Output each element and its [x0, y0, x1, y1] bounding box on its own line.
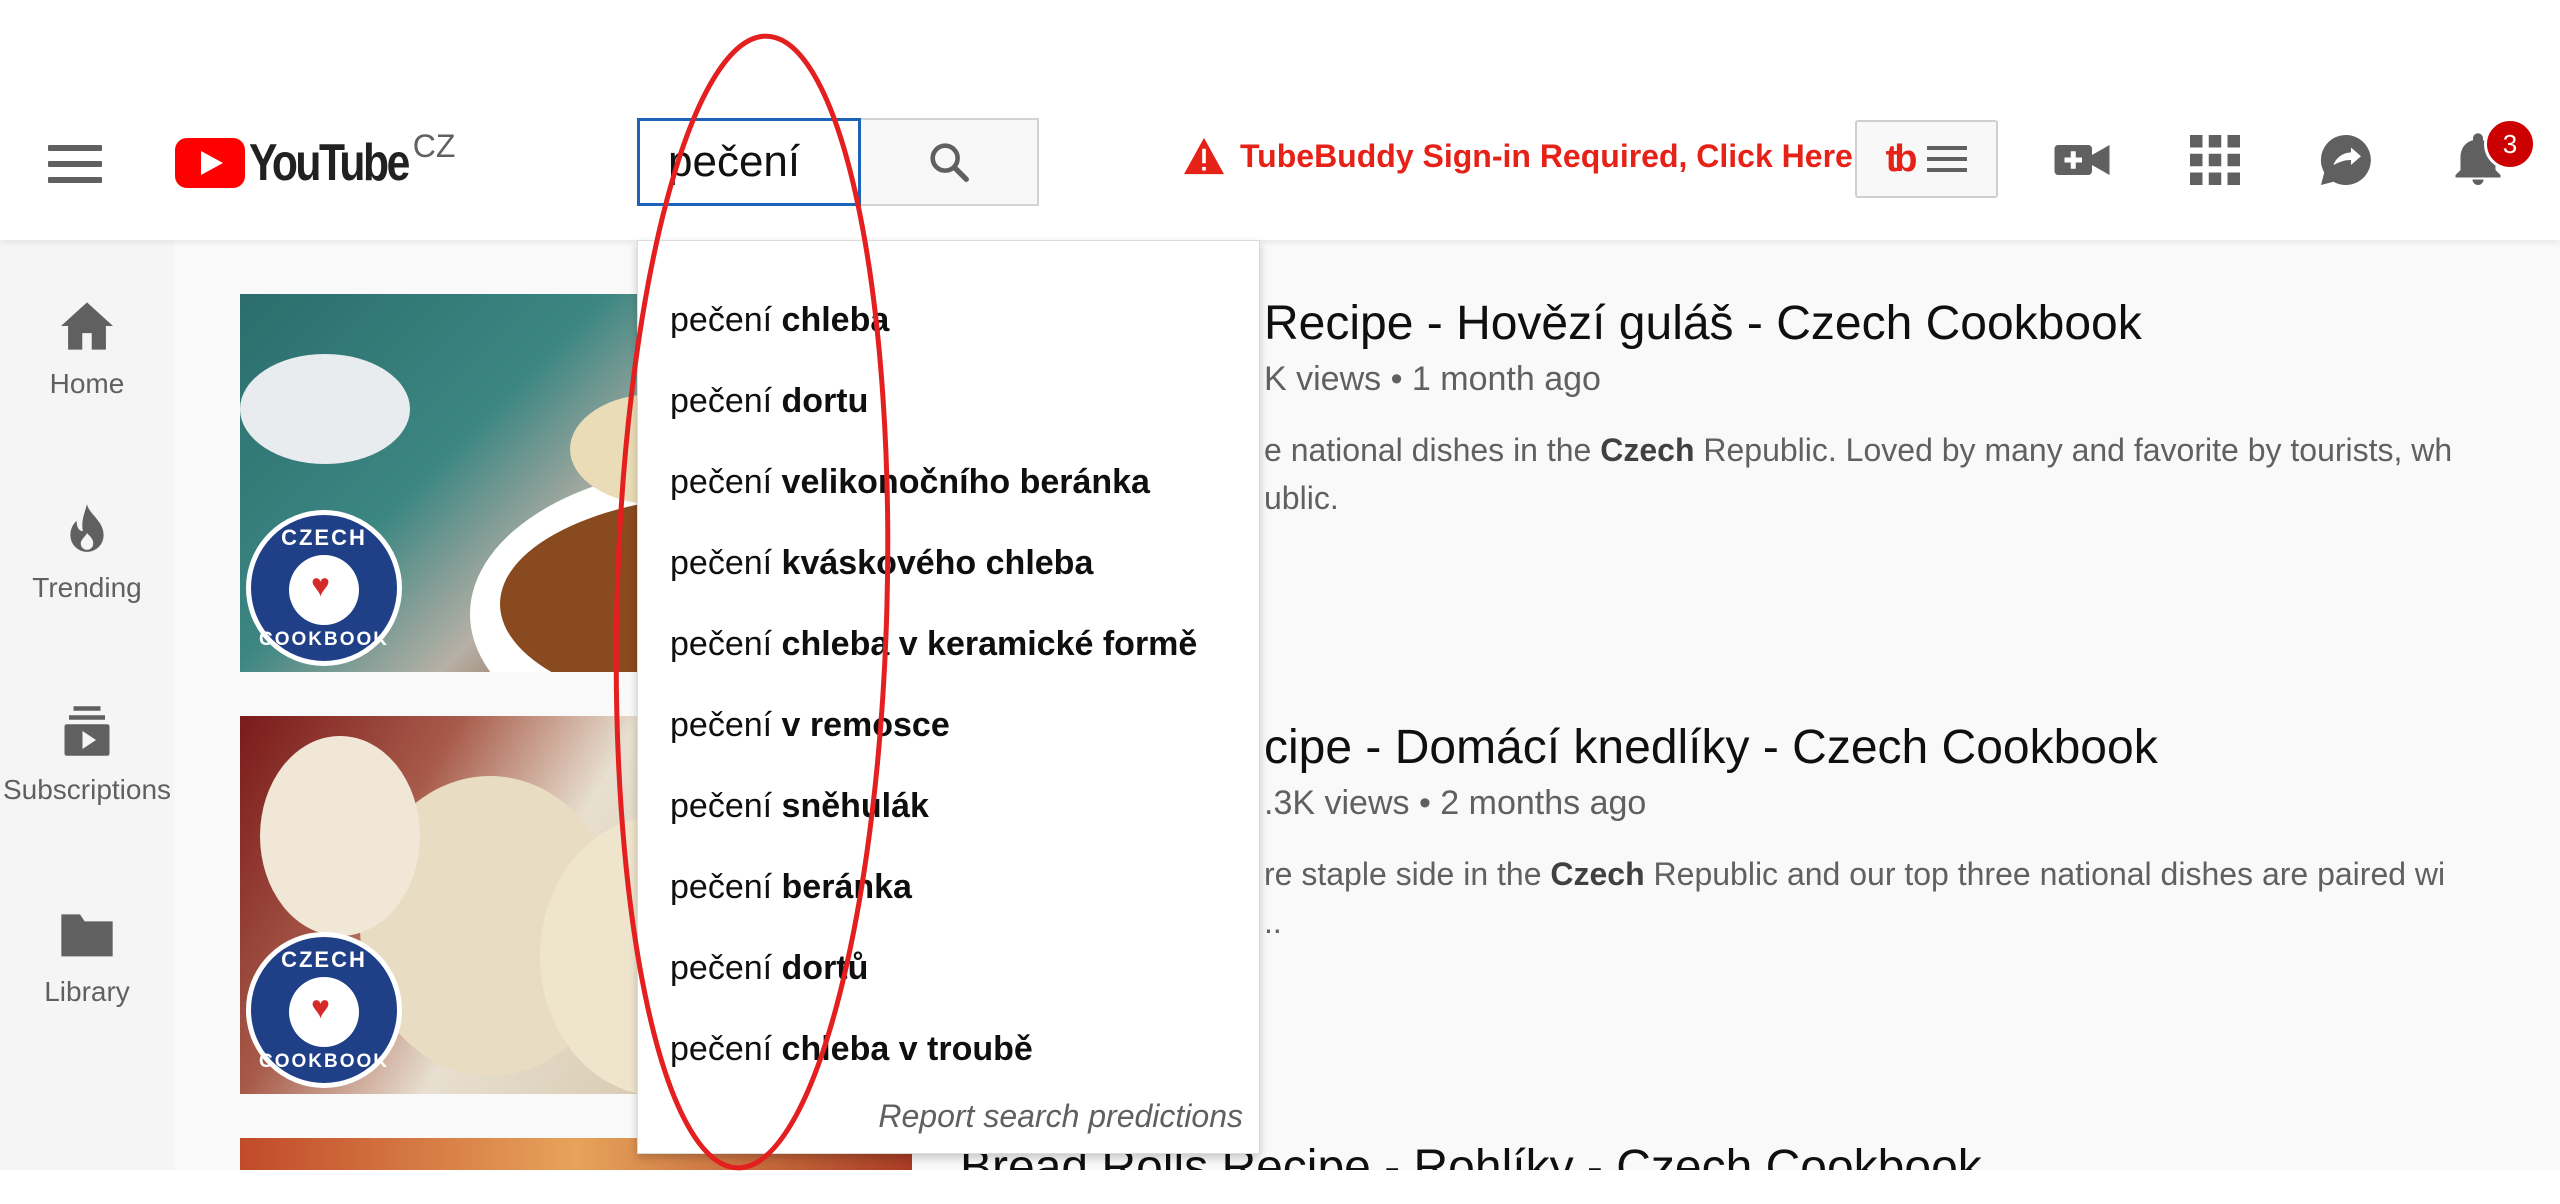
sidebar-item-label: Subscriptions — [2, 774, 172, 805]
description-text: e national dishes in the — [1264, 432, 1601, 468]
menu-line — [48, 177, 102, 183]
suggestion-prefix: pečení — [670, 382, 782, 420]
messages-icon[interactable] — [2316, 130, 2376, 190]
suggestion-completion: chleba v troubě — [781, 1030, 1033, 1068]
czech-cookbook-logo: CZECH COOKBOOK — [246, 932, 402, 1088]
apron-heart-icon — [289, 977, 359, 1047]
suggestion-item[interactable]: pečení velikonočního beránka — [670, 463, 1150, 502]
suggestion-completion: kváskového chleba — [781, 544, 1094, 582]
video-description: re staple side in the Czech Republic and… — [1264, 850, 2445, 946]
sidebar-item-library[interactable]: Library — [0, 906, 174, 1008]
suggestion-completion: chleba v keramické formě — [781, 625, 1198, 663]
suggestion-item[interactable]: pečení dortů — [670, 949, 868, 988]
suggestion-item[interactable]: pečení sněhulák — [670, 787, 929, 826]
search-suggestions-dropdown: pečení chleba pečení dortu pečení veliko… — [637, 240, 1260, 1154]
masthead: YouTube CZ pečení TubeBuddy Sign-in Requ… — [0, 0, 2560, 240]
badge-text-bottom: COOKBOOK — [259, 629, 389, 650]
sidebar-item-label: Home — [49, 368, 125, 399]
video-meta: K views • 1 month ago — [1264, 360, 1601, 398]
video-description: e national dishes in the Czech Republic.… — [1264, 426, 2452, 522]
tubebuddy-logo-icon: tb — [1885, 137, 1918, 180]
suggestion-item[interactable]: pečení beránka — [670, 868, 912, 907]
suggestion-item[interactable]: pečení chleba v troubě — [670, 1030, 1033, 1069]
apron-heart-icon — [289, 555, 359, 625]
notification-badge: 3 — [2484, 118, 2536, 170]
search-icon — [930, 143, 969, 182]
home-icon — [61, 302, 113, 350]
youtube-logo[interactable]: YouTube CZ — [175, 128, 456, 196]
description-highlight: Czech — [1600, 432, 1695, 468]
region-label: CZ — [412, 128, 456, 164]
czech-cookbook-logo: CZECH COOKBOOK — [246, 510, 402, 666]
suggestion-prefix: pečení — [670, 868, 782, 906]
video-title[interactable]: Recipe - Hovězí guláš - Czech Cookbook — [1264, 296, 2142, 351]
suggestion-prefix: pečení — [670, 1030, 782, 1068]
suggestion-prefix: pečení — [670, 544, 782, 582]
description-text: re staple side in the — [1264, 856, 1551, 892]
description-highlight: Czech — [1550, 856, 1645, 892]
search-results: CZECH COOKBOOK CZECH COOKBOOK Recipe - H… — [174, 240, 2560, 1170]
search-input[interactable]: pečení — [637, 118, 861, 206]
video-title[interactable]: cipe - Domácí knedlíky - Czech Cookbook — [1264, 720, 2158, 775]
badge-text-top: CZECH — [281, 525, 367, 550]
sidebar-item-trending[interactable]: Trending — [0, 502, 174, 604]
flame-icon — [70, 504, 104, 552]
sidebar-item-label: Trending — [32, 572, 142, 603]
suggestion-prefix: pečení — [670, 625, 782, 663]
badge-text-bottom: COOKBOOK — [259, 1051, 389, 1072]
suggestion-completion: sněhulák — [781, 787, 929, 825]
report-predictions-link[interactable]: Report search predictions — [878, 1098, 1243, 1135]
badge-text-top: CZECH — [281, 947, 367, 972]
subscriptions-icon — [64, 706, 110, 756]
tubebuddy-menu-button[interactable]: tb — [1855, 120, 1998, 198]
guide-menu-button[interactable] — [48, 145, 102, 185]
search-button[interactable] — [861, 118, 1039, 206]
suggestion-prefix: pečení — [670, 706, 782, 744]
suggestion-prefix: pečení — [670, 463, 782, 501]
apps-grid-icon[interactable] — [2185, 130, 2245, 190]
create-video-icon[interactable] — [2052, 130, 2112, 190]
dumpling-image — [260, 736, 420, 936]
description-text: Republic and our top three national dish… — [1644, 856, 2446, 892]
suggestion-item[interactable]: pečení chleba — [670, 301, 889, 340]
menu-line — [48, 145, 102, 151]
suggestion-completion: dortu — [781, 382, 869, 420]
folder-icon — [61, 914, 113, 957]
video-meta: .3K views • 2 months ago — [1264, 784, 1647, 822]
suggestion-completion: beránka — [781, 868, 912, 906]
suggestion-completion: velikonočního beránka — [781, 463, 1150, 501]
guide-sidebar: Home Trending Subscriptions Library — [0, 240, 174, 1170]
warning-icon — [1184, 137, 1224, 175]
description-text: .. — [1264, 904, 1282, 940]
tubebuddy-warning-text: TubeBuddy Sign-in Required, Click Here — [1240, 137, 1853, 174]
tubebuddy-signin-link[interactable]: TubeBuddy Sign-in Required, Click Here — [1182, 136, 1853, 176]
description-text: ublic. — [1264, 480, 1339, 516]
suggestion-prefix: pečení — [670, 949, 782, 987]
suggestion-item[interactable]: pečení kváskového chleba — [670, 544, 1093, 583]
suggestion-prefix: pečení — [670, 301, 782, 339]
suggestion-item[interactable]: pečení dortu — [670, 382, 868, 421]
description-text: Republic. Loved by many and favorite by … — [1694, 432, 2453, 468]
bowl-image — [240, 354, 410, 464]
sidebar-item-subscriptions[interactable]: Subscriptions — [0, 704, 174, 806]
suggestion-item[interactable]: pečení chleba v keramické formě — [670, 625, 1197, 664]
suggestion-prefix: pečení — [670, 787, 782, 825]
list-icon — [1927, 146, 1968, 172]
suggestion-completion: v remosce — [781, 706, 950, 744]
sidebar-item-label: Library — [44, 976, 130, 1007]
sidebar-item-home[interactable]: Home — [0, 300, 174, 400]
play-icon — [175, 138, 245, 188]
suggestion-completion: chleba — [781, 301, 890, 339]
menu-line — [48, 161, 102, 167]
suggestion-item[interactable]: pečení v remosce — [670, 706, 950, 745]
logo-wordmark: YouTube — [249, 134, 410, 192]
suggestion-completion: dortů — [781, 949, 869, 987]
